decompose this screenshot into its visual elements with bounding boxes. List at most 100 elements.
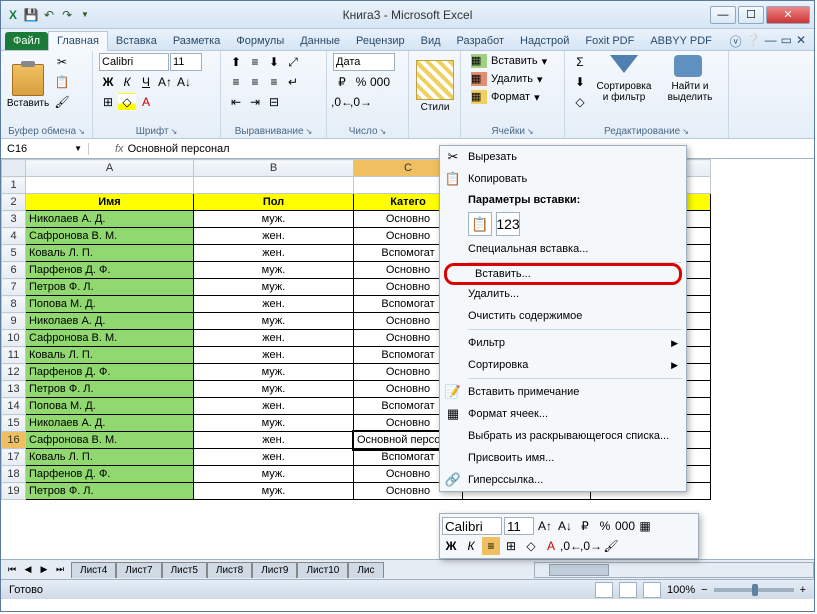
cell[interactable]: жен.: [194, 228, 354, 245]
tab-view[interactable]: Вид: [413, 32, 449, 50]
cell[interactable]: муж.: [194, 279, 354, 296]
cell[interactable]: жен.: [194, 347, 354, 364]
select-all-corner[interactable]: [2, 160, 26, 177]
fill-color-icon[interactable]: ◇: [118, 93, 136, 111]
font-name-select[interactable]: [99, 53, 169, 71]
paste-option-values[interactable]: 123: [496, 212, 520, 236]
worksheet-grid[interactable]: ABCDE12ИмяПолКатегоСумма зараб3Николаев …: [1, 159, 814, 559]
cells-insert-button[interactable]: ▦Вставить ▾: [467, 53, 551, 69]
align-middle-icon[interactable]: ≡: [246, 53, 264, 71]
cells-delete-button[interactable]: ▦Удалить ▾: [467, 71, 547, 87]
cell[interactable]: Николаев А. Д.: [26, 211, 194, 228]
decrease-decimal-icon[interactable]: ,0→: [352, 93, 370, 111]
cell[interactable]: Николаев А. Д.: [26, 313, 194, 330]
sheet-tab[interactable]: Лис: [348, 562, 383, 578]
mini-cond-format-icon[interactable]: ▦: [636, 517, 654, 535]
ctx-delete[interactable]: Удалить...: [440, 283, 686, 305]
mini-percent-icon[interactable]: %: [596, 517, 614, 535]
row-header-5[interactable]: 5: [2, 245, 26, 262]
copy-icon[interactable]: 📋: [53, 73, 71, 91]
doc-restore-icon[interactable]: ▭: [781, 33, 792, 50]
ctx-hyperlink[interactable]: 🔗Гиперссылка...: [440, 469, 686, 491]
minimize-button[interactable]: —: [710, 6, 736, 24]
indent-dec-icon[interactable]: ⇤: [227, 93, 245, 111]
font-size-select[interactable]: [170, 53, 202, 71]
mini-format-painter-icon[interactable]: 🖌: [602, 537, 620, 555]
row-header-19[interactable]: 19: [2, 483, 26, 500]
sheet-tab[interactable]: Лист9: [252, 562, 297, 578]
maximize-button[interactable]: ☐: [738, 6, 764, 24]
comma-icon[interactable]: 000: [371, 73, 389, 91]
row-header-12[interactable]: 12: [2, 364, 26, 381]
border-icon[interactable]: ⊞: [99, 93, 117, 111]
doc-close-icon[interactable]: ✕: [796, 33, 806, 50]
cell[interactable]: муж.: [194, 262, 354, 279]
cell[interactable]: Попова М. Д.: [26, 398, 194, 415]
cell[interactable]: Попова М. Д.: [26, 296, 194, 313]
increase-decimal-icon[interactable]: ,0←: [333, 93, 351, 111]
clear-icon[interactable]: ◇: [571, 93, 589, 111]
cut-icon[interactable]: ✂: [53, 53, 71, 71]
tab-review[interactable]: Рецензир: [348, 32, 413, 50]
view-pagebreak-icon[interactable]: [643, 582, 661, 598]
horizontal-scrollbar[interactable]: [534, 562, 814, 578]
row-header-14[interactable]: 14: [2, 398, 26, 415]
mini-size-select[interactable]: [504, 517, 534, 535]
name-box[interactable]: C16▼: [1, 143, 89, 155]
view-layout-icon[interactable]: [619, 582, 637, 598]
tab-addins[interactable]: Надстрой: [512, 32, 577, 50]
bold-icon[interactable]: Ж: [99, 73, 117, 91]
align-right-icon[interactable]: ≡: [265, 73, 283, 91]
find-select-button[interactable]: Найти и выделить: [659, 53, 721, 119]
tab-insert[interactable]: Вставка: [108, 32, 165, 50]
cell[interactable]: Коваль Л. П.: [26, 347, 194, 364]
help-icon[interactable]: ❔: [746, 33, 761, 50]
col-header-B[interactable]: B: [194, 160, 354, 177]
ctx-cut[interactable]: ✂Вырезать: [440, 146, 686, 168]
doc-minimize-icon[interactable]: —: [765, 33, 777, 50]
cell[interactable]: Сафронова В. М.: [26, 228, 194, 245]
cell[interactable]: Сафронова В. М.: [26, 330, 194, 347]
cell[interactable]: Петров Ф. Л.: [26, 279, 194, 296]
zoom-out-icon[interactable]: −: [701, 584, 707, 596]
scrollbar-thumb[interactable]: [549, 564, 609, 576]
mini-fill-icon[interactable]: ◇: [522, 537, 540, 555]
cell[interactable]: муж.: [194, 415, 354, 432]
ribbon-minimize-icon[interactable]: ⓥ: [730, 33, 742, 50]
mini-font-select[interactable]: [442, 517, 502, 535]
cell[interactable]: Сафронова В. М.: [26, 432, 194, 449]
row-header-11[interactable]: 11: [2, 347, 26, 364]
ctx-sort[interactable]: Сортировка▶: [440, 354, 686, 376]
mini-align-icon[interactable]: ≡: [482, 537, 500, 555]
shrink-font-icon[interactable]: A↓: [175, 73, 193, 91]
row-header-13[interactable]: 13: [2, 381, 26, 398]
row-header-4[interactable]: 4: [2, 228, 26, 245]
sheet-nav-next-icon[interactable]: ▶: [37, 563, 51, 577]
cell[interactable]: Парфенов Д. Ф.: [26, 364, 194, 381]
cell[interactable]: муж.: [194, 483, 354, 500]
cells-format-button[interactable]: ▦Формат ▾: [467, 89, 544, 105]
zoom-slider[interactable]: [714, 588, 794, 592]
align-left-icon[interactable]: ≡: [227, 73, 245, 91]
sheet-tab[interactable]: Лист8: [207, 562, 252, 578]
tab-layout[interactable]: Разметка: [165, 32, 229, 50]
cell[interactable]: Парфенов Д. Ф.: [26, 466, 194, 483]
qat-dropdown-icon[interactable]: ▼: [77, 7, 93, 23]
align-center-icon[interactable]: ≡: [246, 73, 264, 91]
row-header-10[interactable]: 10: [2, 330, 26, 347]
namebox-dropdown-icon[interactable]: ▼: [74, 144, 82, 153]
mini-shrink-font-icon[interactable]: A↓: [556, 517, 574, 535]
ctx-dropdown[interactable]: Выбрать из раскрывающегося списка...: [440, 425, 686, 447]
sheet-nav-prev-icon[interactable]: ◀: [21, 563, 35, 577]
row-header-16[interactable]: 16: [2, 432, 26, 449]
tab-abbyy[interactable]: ABBYY PDF: [642, 32, 720, 50]
cell[interactable]: муж.: [194, 211, 354, 228]
cell[interactable]: Коваль Л. П.: [26, 245, 194, 262]
align-top-icon[interactable]: ⬆: [227, 53, 245, 71]
ctx-insert[interactable]: Вставить...: [444, 263, 682, 285]
ctx-format-cells[interactable]: ▦Формат ячеек...: [440, 403, 686, 425]
tab-developer[interactable]: Разработ: [449, 32, 512, 50]
row-header-17[interactable]: 17: [2, 449, 26, 466]
cell[interactable]: жен.: [194, 398, 354, 415]
font-color-icon[interactable]: A: [137, 93, 155, 111]
